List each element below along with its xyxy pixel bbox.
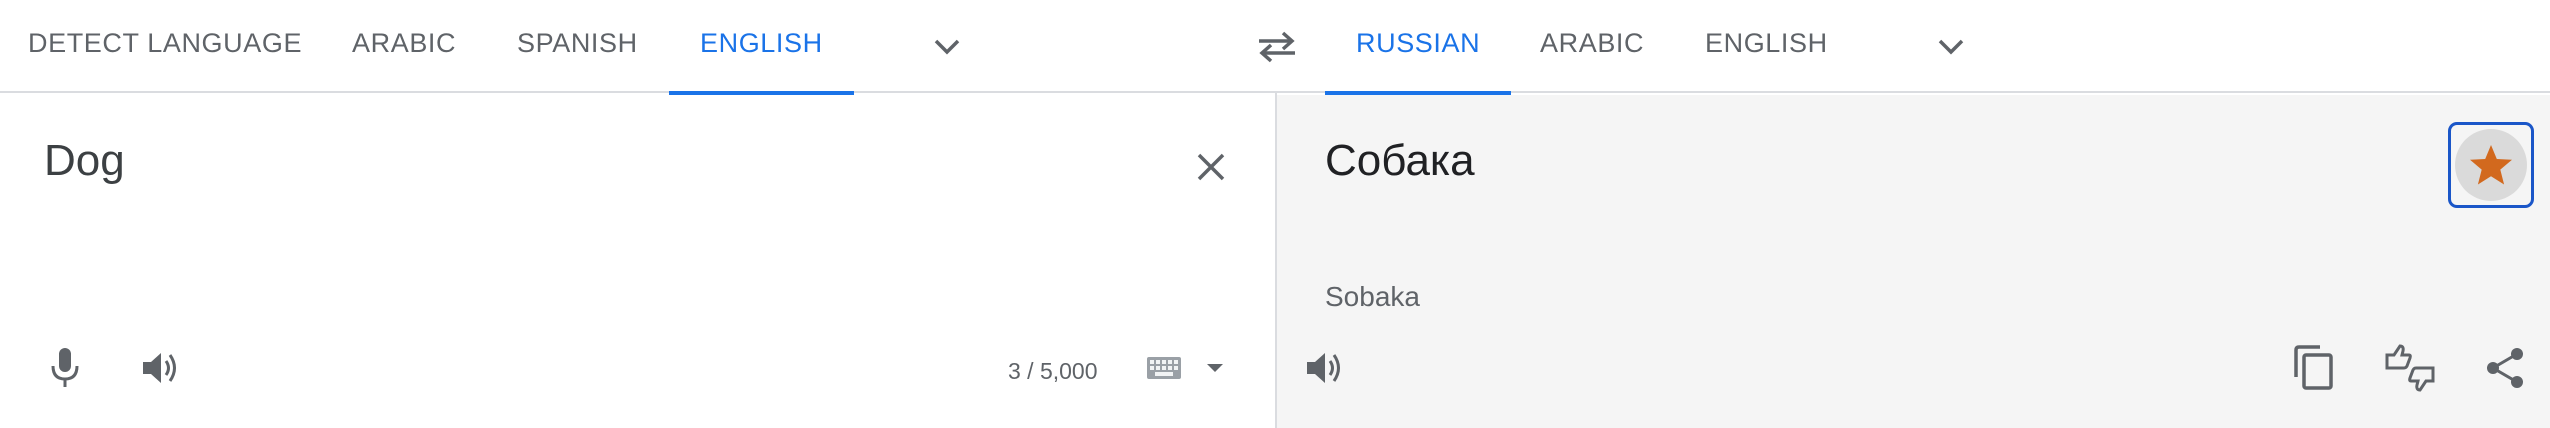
swap-languages-button[interactable] xyxy=(1252,22,1302,72)
character-counter: 3 / 5,000 xyxy=(1008,358,1098,384)
swap-arrows-icon xyxy=(1259,31,1295,63)
chevron-down-icon xyxy=(1938,39,1964,55)
tab-target-english[interactable]: ENGLISH xyxy=(1705,0,1828,93)
rate-translation-button[interactable] xyxy=(2383,341,2437,395)
close-icon xyxy=(1197,153,1225,181)
listen-source-button[interactable] xyxy=(136,343,186,393)
listen-translation-button[interactable] xyxy=(1300,343,1350,393)
feedback-icon xyxy=(2385,344,2435,392)
input-tools-menu-button[interactable] xyxy=(1200,353,1230,383)
chevron-down-icon xyxy=(934,39,960,55)
tab-source-arabic[interactable]: ARABIC xyxy=(352,0,456,93)
input-tools-button[interactable] xyxy=(1144,353,1184,383)
tab-detect-language[interactable]: DETECT LANGUAGE xyxy=(28,0,302,93)
speaker-icon xyxy=(143,353,176,383)
voice-input-button[interactable] xyxy=(40,343,90,393)
language-bar: DETECT LANGUAGE ARABIC SPANISH ENGLISH R… xyxy=(0,0,2550,95)
dropdown-arrow-icon xyxy=(1207,364,1223,372)
tab-target-arabic[interactable]: ARABIC xyxy=(1540,0,1644,93)
tab-target-russian[interactable]: RUSSIAN xyxy=(1324,0,1512,95)
star-icon xyxy=(2455,129,2527,201)
save-translation-button[interactable] xyxy=(2448,122,2534,208)
source-more-languages-button[interactable] xyxy=(922,22,972,72)
transliteration: Sobaka xyxy=(1325,281,1420,312)
copy-icon xyxy=(2294,345,2333,390)
tab-source-spanish[interactable]: SPANISH xyxy=(517,0,638,93)
share-translation-button[interactable] xyxy=(2480,343,2530,393)
share-icon xyxy=(2487,348,2523,388)
source-text-input[interactable]: Dog xyxy=(44,136,125,186)
clear-source-button[interactable] xyxy=(1186,142,1236,192)
source-pane: Dog 3 / 5,000 xyxy=(0,95,1275,428)
speaker-icon xyxy=(1307,353,1340,383)
tab-source-english[interactable]: ENGLISH xyxy=(669,0,854,95)
copy-translation-button[interactable] xyxy=(2289,343,2339,393)
keyboard-icon xyxy=(1147,357,1181,379)
translation-text: Собака xyxy=(1325,136,1475,185)
target-more-languages-button[interactable] xyxy=(1926,22,1976,72)
translation-pane: Собака Sobaka xyxy=(1277,95,2550,428)
microphone-icon xyxy=(51,348,79,387)
